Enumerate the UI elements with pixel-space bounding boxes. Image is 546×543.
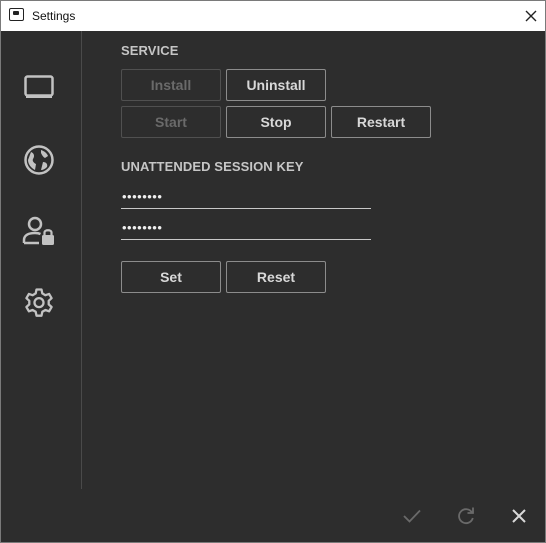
uninstall-button[interactable]: Uninstall — [226, 69, 326, 101]
reset-button[interactable]: Reset — [226, 261, 326, 293]
close-icon — [512, 509, 526, 523]
sidebar — [1, 31, 82, 489]
settings-content: SERVICE Install Uninstall Start Stop Res… — [82, 31, 545, 542]
start-button[interactable]: Start — [121, 106, 221, 138]
monitor-icon — [24, 75, 54, 98]
gear-icon — [25, 288, 53, 317]
settings-window: Settings SERVICE Install Uninstall Start… — [0, 0, 546, 543]
set-button[interactable]: Set — [121, 261, 221, 293]
sidebar-item-security[interactable] — [19, 211, 59, 251]
window-close-button[interactable] — [517, 3, 545, 29]
title-bar: Settings — [1, 1, 545, 31]
sidebar-item-general[interactable] — [19, 283, 59, 323]
sidebar-item-network[interactable] — [19, 140, 59, 180]
restart-button[interactable]: Restart — [331, 106, 431, 138]
window-title: Settings — [32, 9, 76, 23]
cancel-button[interactable] — [506, 503, 532, 529]
refresh-button[interactable] — [453, 503, 479, 529]
session-key-input[interactable]: •••••••• — [121, 187, 371, 209]
session-key-heading: UNATTENDED SESSION KEY — [121, 159, 304, 174]
user-lock-icon — [22, 216, 54, 245]
globe-icon — [24, 145, 54, 175]
session-key-confirm-input[interactable]: •••••••• — [121, 218, 371, 240]
apply-button[interactable] — [399, 503, 425, 529]
close-icon — [525, 10, 537, 22]
stop-button[interactable]: Stop — [226, 106, 326, 138]
service-heading: SERVICE — [121, 43, 179, 58]
app-icon — [9, 8, 24, 21]
sidebar-item-display[interactable] — [19, 68, 59, 108]
check-icon — [403, 509, 421, 523]
refresh-icon — [458, 507, 474, 525]
install-button[interactable]: Install — [121, 69, 221, 101]
